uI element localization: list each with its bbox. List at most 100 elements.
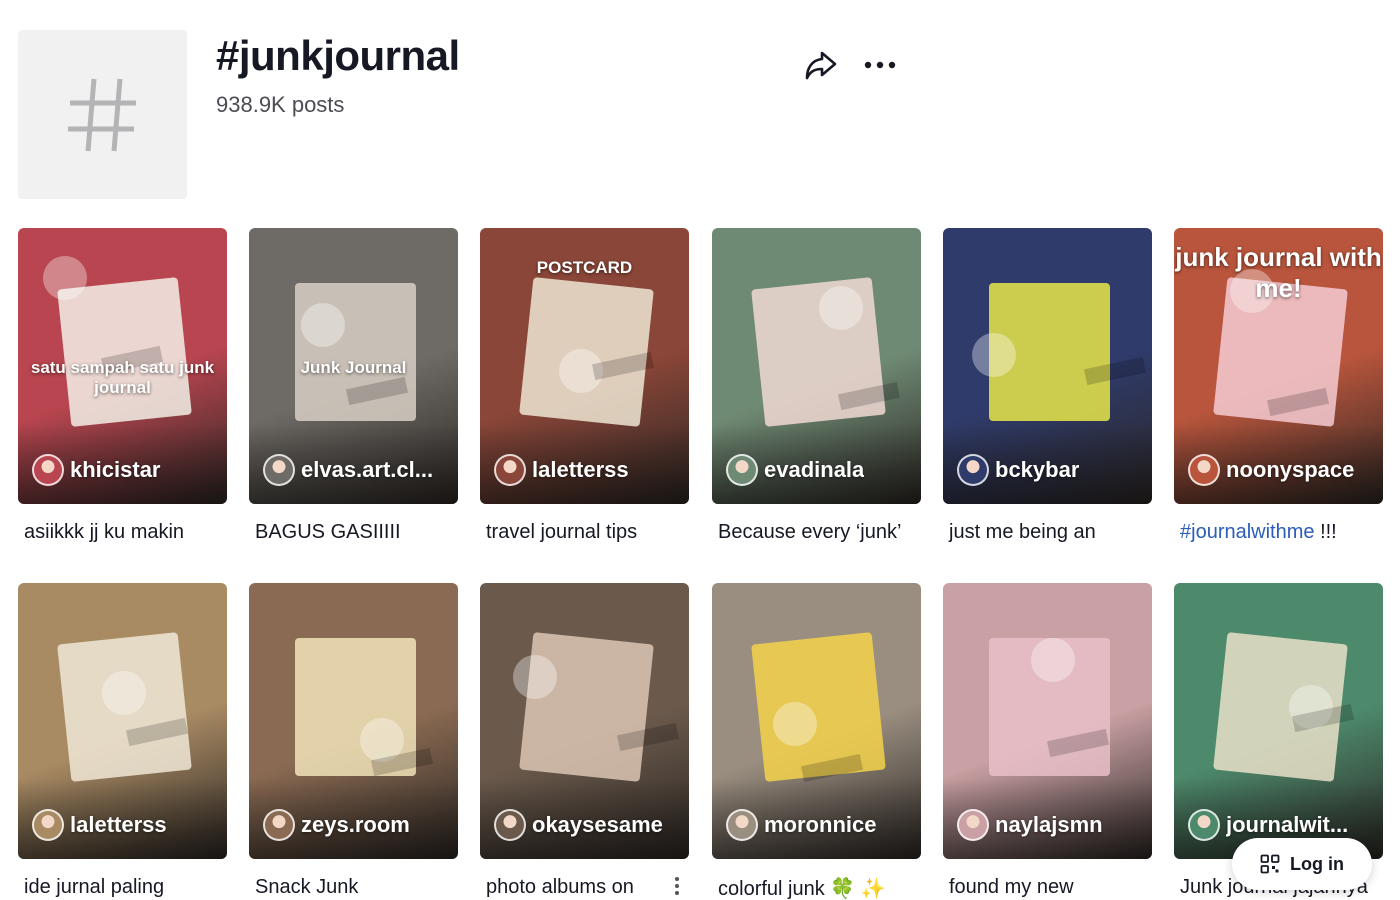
caption-text: ide jurnal paling <box>24 876 165 898</box>
avatar[interactable] <box>957 454 989 486</box>
video-thumbnail[interactable]: zeys.room <box>249 583 458 859</box>
video-author[interactable]: khicistar <box>32 454 161 486</box>
hashtag-header: #junkjournal 938.9K posts <box>18 30 918 200</box>
video-card[interactable]: Junk Journal elvas.art.cl... BAGUS GASIIII… <box>249 228 458 547</box>
video-caption[interactable]: colorful junk 🍀 ✨ <box>712 876 921 900</box>
thumbnail-sticker-shape <box>513 654 558 699</box>
video-card[interactable]: POSTCARD laletterss travel journal tips <box>480 228 689 547</box>
avatar[interactable] <box>726 809 758 841</box>
video-caption[interactable]: asiikkk jj ku makin <box>18 521 227 547</box>
thumbnail-sticker-shape <box>1030 638 1075 683</box>
video-author[interactable]: journalwit... <box>1188 809 1348 841</box>
video-caption[interactable]: photo albums on <box>480 876 689 900</box>
video-card[interactable]: naylajsmn found my new <box>943 583 1152 900</box>
video-thumbnail[interactable]: okaysesame <box>480 583 689 859</box>
hashtag-avatar <box>18 30 187 199</box>
login-label: Log in <box>1290 853 1344 874</box>
caption-text: colorful junk 🍀 ✨ <box>718 878 886 900</box>
video-caption[interactable]: ide jurnal paling <box>18 876 227 900</box>
avatar[interactable] <box>494 809 526 841</box>
avatar[interactable] <box>957 809 989 841</box>
video-more-options-icon[interactable] <box>667 873 687 899</box>
video-thumbnail[interactable]: junk journal with me! noonyspace <box>1174 228 1383 504</box>
author-username[interactable]: bckybar <box>995 457 1079 483</box>
author-username[interactable]: noonyspace <box>1226 457 1354 483</box>
author-username[interactable]: okaysesame <box>532 812 663 838</box>
author-username[interactable]: naylajsmn <box>995 812 1103 838</box>
share-arrow-icon <box>805 51 837 80</box>
avatar[interactable] <box>1188 809 1220 841</box>
video-author[interactable]: laletterss <box>32 809 167 841</box>
thumbnail-sticker-shape <box>772 701 817 746</box>
video-thumbnail[interactable]: POSTCARD laletterss <box>480 228 689 504</box>
qr-code-icon <box>1260 854 1280 874</box>
video-caption[interactable]: Snack Junk <box>249 876 458 900</box>
caption-text: asiikkk jj ku makin <box>24 521 185 543</box>
avatar[interactable] <box>32 454 64 486</box>
author-username[interactable]: elvas.art.cl... <box>301 457 433 483</box>
video-author[interactable]: zeys.room <box>263 809 410 841</box>
thumbnail-sticker-shape <box>101 671 146 716</box>
caption-text: found my new <box>949 876 1074 898</box>
author-username[interactable]: evadinala <box>764 457 864 483</box>
video-card[interactable]: zeys.room Snack Junk <box>249 583 458 900</box>
caption-text: Snack Junk <box>255 876 359 898</box>
thumbnail-overlay-text: satu sampah satu junk journal <box>30 358 215 397</box>
author-username[interactable]: khicistar <box>70 457 161 483</box>
video-thumbnail[interactable]: satu sampah satu junk journal khicistar <box>18 228 227 504</box>
video-author[interactable]: bckybar <box>957 454 1079 486</box>
video-author[interactable]: moronnice <box>726 809 876 841</box>
video-thumbnail[interactable]: Junk Journal elvas.art.cl... <box>249 228 458 504</box>
thumbnail-sticker-shape <box>301 302 346 347</box>
author-username[interactable]: laletterss <box>532 457 629 483</box>
video-thumbnail[interactable]: journalwit... <box>1174 583 1383 859</box>
video-card[interactable]: bckybar just me being an <box>943 228 1152 547</box>
caption-text: travel journal tips <box>486 521 638 543</box>
video-card[interactable]: moronnice colorful junk 🍀 ✨ <box>712 583 921 900</box>
login-button[interactable]: Log in <box>1232 838 1372 890</box>
author-username[interactable]: moronnice <box>764 812 876 838</box>
video-thumbnail[interactable]: naylajsmn <box>943 583 1152 859</box>
avatar[interactable] <box>263 454 295 486</box>
video-author[interactable]: naylajsmn <box>957 809 1103 841</box>
video-card[interactable]: laletterss ide jurnal paling <box>18 583 227 900</box>
caption-hashtag-link[interactable]: #journalwithme <box>1180 521 1315 543</box>
caption-text: Because every ‘junk’ <box>718 521 902 543</box>
video-card[interactable]: evadinala Because every ‘junk’ <box>712 228 921 547</box>
avatar[interactable] <box>494 454 526 486</box>
video-thumbnail[interactable]: bckybar <box>943 228 1152 504</box>
caption-text: !!! <box>1314 521 1337 543</box>
avatar[interactable] <box>1188 454 1220 486</box>
more-horizontal-icon <box>864 61 896 69</box>
author-username[interactable]: journalwit... <box>1226 812 1348 838</box>
avatar[interactable] <box>32 809 64 841</box>
video-card[interactable]: junk journal with me! noonyspace #journalw… <box>1174 228 1383 547</box>
thumbnail-page-shape <box>751 632 887 783</box>
video-thumbnail[interactable]: evadinala <box>712 228 921 504</box>
video-author[interactable]: okaysesame <box>494 809 663 841</box>
video-card[interactable]: okaysesame photo albums on <box>480 583 689 900</box>
caption-text: just me being an <box>949 521 1096 543</box>
post-count: 938.9K posts <box>216 92 345 117</box>
avatar[interactable] <box>263 809 295 841</box>
video-caption[interactable]: found my new <box>943 876 1152 900</box>
author-username[interactable]: laletterss <box>70 812 167 838</box>
thumbnail-page-shape <box>57 277 193 428</box>
more-options-button[interactable] <box>860 47 900 83</box>
video-thumbnail[interactable]: laletterss <box>18 583 227 859</box>
video-author[interactable]: laletterss <box>494 454 629 486</box>
video-caption[interactable]: travel journal tips <box>480 521 689 547</box>
video-caption[interactable]: Because every ‘junk’ <box>712 521 921 547</box>
video-caption[interactable]: #journalwithme !!! <box>1174 521 1383 547</box>
video-thumbnail[interactable]: moronnice <box>712 583 921 859</box>
share-button[interactable] <box>803 47 839 83</box>
video-card[interactable]: satu sampah satu junk journal khicistar as… <box>18 228 227 547</box>
author-username[interactable]: zeys.room <box>301 812 410 838</box>
video-author[interactable]: evadinala <box>726 454 864 486</box>
thumbnail-sticker-shape <box>43 255 88 300</box>
video-author[interactable]: elvas.art.cl... <box>263 454 433 486</box>
video-caption[interactable]: just me being an <box>943 521 1152 547</box>
video-caption[interactable]: BAGUS GASIIIII <box>249 521 458 547</box>
video-author[interactable]: noonyspace <box>1188 454 1354 486</box>
avatar[interactable] <box>726 454 758 486</box>
